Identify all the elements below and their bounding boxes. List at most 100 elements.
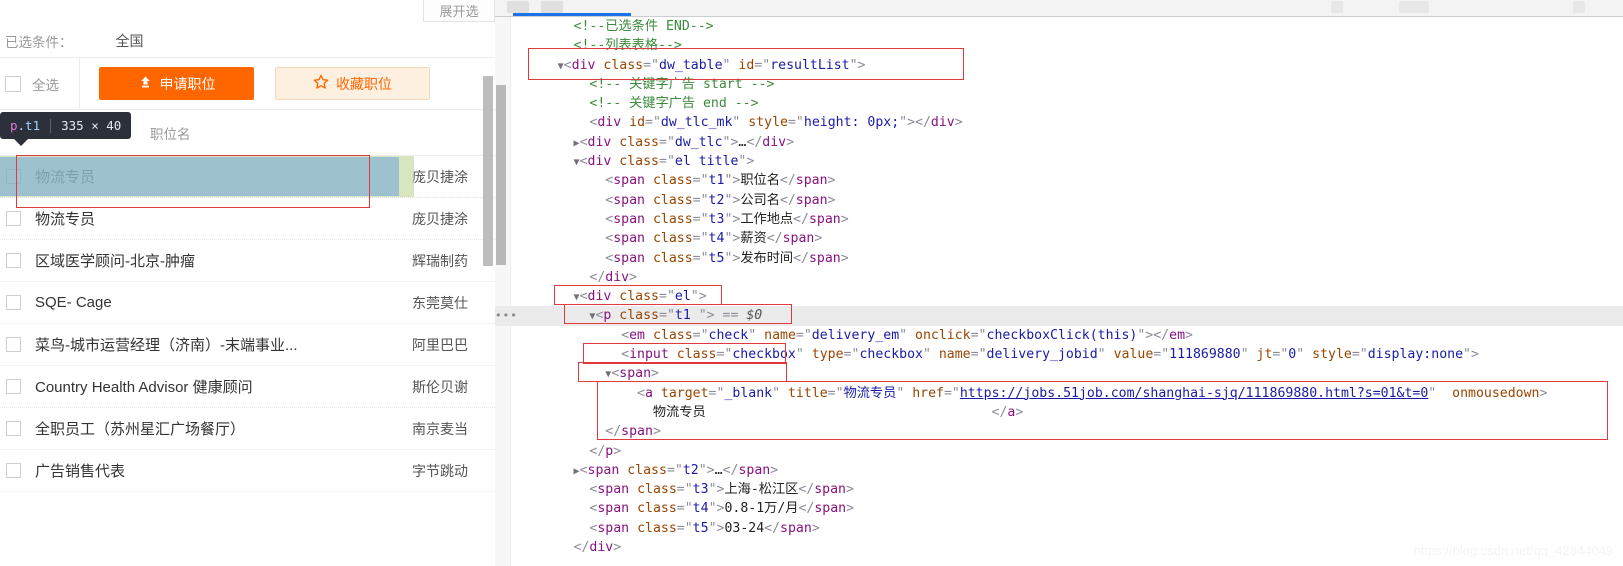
dom-tree-line[interactable]: ••• ▼<p class="t1 "> == $0: [495, 306, 1623, 326]
code-token: class: [619, 154, 659, 170]
dom-tree-line[interactable]: 物流专员 </a>: [495, 403, 1623, 422]
table-row[interactable]: 菜鸟-城市运营经理（济南）-末端事业... 阿里巴巴: [0, 324, 495, 366]
dom-tree-line[interactable]: <span class="t4">0.8-1万/月</span>: [495, 499, 1623, 518]
dom-tree-line[interactable]: ▼<div class="el">: [495, 287, 1623, 306]
job-title-link[interactable]: 菜鸟-城市运营经理（济南）-末端事业...: [35, 334, 298, 355]
dom-tree-line[interactable]: <span class="t1">职位名</span>: [495, 171, 1623, 190]
dom-tree-line[interactable]: <span class="t5">发布时间</span>: [495, 249, 1623, 268]
code-token: div: [571, 57, 596, 73]
dom-tree-line[interactable]: </p>: [495, 442, 1623, 461]
code-token: =": [659, 289, 675, 305]
dom-tree-line[interactable]: <!-- 关键字广告 start -->: [495, 75, 1623, 94]
code-token: =": [676, 501, 693, 517]
job-list-scrollbar[interactable]: [483, 76, 493, 266]
job-title-link[interactable]: 全职员工（苏州星汇广场餐厅）: [35, 418, 245, 439]
code-token: div: [587, 289, 612, 305]
select-all-checkbox[interactable]: [5, 75, 21, 92]
job-row-checkbox[interactable]: [6, 379, 21, 394]
dom-tree-line[interactable]: <em class="check" name="delivery_em" onc…: [495, 326, 1623, 345]
more-options-icon[interactable]: •••: [495, 306, 517, 325]
dom-tree-line[interactable]: </span>: [495, 422, 1623, 441]
dom-tree-line[interactable]: <span class="t3">上海-松江区</span>: [495, 480, 1623, 499]
dom-tree-line[interactable]: <span class="t5">03-24</span>: [495, 519, 1623, 538]
favorite-jobs-button[interactable]: 收藏职位: [275, 67, 430, 100]
dom-tree-line[interactable]: </div>: [495, 268, 1623, 287]
apply-jobs-button[interactable]: 申请职位: [99, 67, 254, 100]
dom-tree-line[interactable]: <div id="dw_tlc_mk" style="height: 0px;"…: [495, 113, 1623, 132]
code-token: <: [579, 289, 588, 305]
company-name[interactable]: 阿里巴巴: [412, 335, 468, 355]
job-title-link[interactable]: 物流专员: [35, 208, 95, 229]
code-token: <: [579, 154, 588, 170]
code-token: type: [811, 347, 844, 363]
code-token: https://jobs.51job.com/shanghai-sjq/1118…: [959, 385, 1429, 401]
table-row[interactable]: 区域医学顾问-北京-肿瘤 辉瑞制药: [0, 240, 495, 282]
company-name[interactable]: 斯伦贝谢: [412, 377, 468, 397]
toolbar-item-icon[interactable]: [1573, 1, 1585, 13]
toolbar-item-icon[interactable]: [1331, 1, 1343, 13]
dom-tree-line[interactable]: ▶<div class="dw_tlc">…</div>: [495, 133, 1623, 152]
code-token: em: [1169, 327, 1186, 343]
code-token: onmousedown: [1452, 385, 1540, 401]
dom-tree-line[interactable]: <!--已选条件 END-->: [495, 17, 1623, 36]
dom-tree[interactable]: <!--已选条件 END--> <!--列表表格--> ▼<div class=…: [495, 17, 1623, 566]
bulk-action-bar: 全选 申请职位 收藏职位: [0, 57, 495, 110]
dom-tree-line[interactable]: <span class="t2">公司名</span>: [495, 191, 1623, 210]
company-name[interactable]: 字节跳动: [412, 461, 468, 481]
code-token: div: [762, 134, 787, 150]
toolbar-item-icon[interactable]: [1399, 1, 1429, 13]
code-token: 物流专员: [652, 404, 706, 420]
job-row-checkbox[interactable]: [6, 421, 21, 436]
table-row[interactable]: 物流专员 庞贝捷涂: [0, 198, 495, 240]
company-name[interactable]: 辉瑞制药: [412, 251, 468, 271]
expand-filter-button[interactable]: 展开选: [423, 0, 495, 22]
selected-conditions-bar: 已选条件： 全国: [0, 24, 495, 58]
dom-tree-line[interactable]: ▼<div class="el title">: [495, 152, 1623, 171]
job-row-checkbox[interactable]: [6, 295, 21, 310]
code-token: =": [676, 482, 693, 498]
code-token: t1: [708, 173, 725, 189]
company-name[interactable]: 东莞莫仕: [412, 293, 468, 313]
job-title-link[interactable]: SQE- Cage: [35, 294, 112, 311]
table-row[interactable]: Country Health Advisor 健康顾问 斯伦贝谢: [0, 366, 495, 408]
table-row[interactable]: 广告销售代表 字节跳动: [0, 450, 495, 492]
dom-tree-line[interactable]: ▶<span class="t2">…</span>: [495, 461, 1623, 480]
inspect-element-icon[interactable]: [507, 1, 529, 13]
dom-tree-line[interactable]: <input class="checkbox" type="checkbox" …: [495, 345, 1623, 364]
code-token: dw_tlc_mk: [660, 115, 733, 131]
code-token: input: [629, 347, 669, 363]
table-row[interactable]: 全职员工（苏州星汇广场餐厅） 南京麦当: [0, 408, 495, 450]
dom-tree-line[interactable]: <span class="t4">薪资</span>: [495, 229, 1623, 248]
dom-tree-line[interactable]: ▼<span>: [495, 364, 1623, 383]
job-row-checkbox[interactable]: [6, 253, 21, 268]
company-name[interactable]: 庞贝捷涂: [412, 167, 468, 187]
dom-tree-line[interactable]: <!-- 关键字广告 end -->: [495, 94, 1623, 113]
code-token: >: [827, 173, 836, 189]
code-token: height: 0px;: [803, 115, 900, 131]
job-title-link[interactable]: 区域医学顾问-北京-肿瘤: [35, 250, 195, 271]
dom-tree-line[interactable]: ▼<div class="dw_table" id="resultList">: [495, 56, 1623, 75]
code-token: class: [652, 173, 693, 189]
job-row-checkbox[interactable]: [6, 337, 21, 352]
dom-tree-line[interactable]: <span class="t3">工作地点</span>: [495, 210, 1623, 229]
job-title-link[interactable]: 广告销售代表: [35, 460, 125, 481]
dom-tree-line[interactable]: <!--列表表格-->: [495, 36, 1623, 55]
job-title-link[interactable]: Country Health Advisor 健康顾问: [35, 376, 253, 397]
company-name[interactable]: 庞贝捷涂: [412, 209, 468, 229]
dom-tree-line[interactable]: <a target="_blank" title="物流专员" href="ht…: [495, 384, 1623, 403]
code-token: >: [846, 482, 854, 498]
table-row[interactable]: SQE- Cage 东莞莫仕: [0, 282, 495, 324]
code-token: t2: [708, 192, 725, 208]
code-token: checkbox: [732, 347, 796, 363]
job-row-checkbox[interactable]: [6, 463, 21, 478]
code-token: div: [605, 269, 630, 285]
job-row-checkbox[interactable]: [6, 211, 21, 226]
company-name[interactable]: 南京麦当: [412, 419, 468, 439]
device-toolbar-icon[interactable]: [541, 1, 563, 13]
selected-condition-value[interactable]: 全国: [116, 31, 144, 51]
inspector-tooltip-size: 335 × 40: [61, 118, 122, 133]
